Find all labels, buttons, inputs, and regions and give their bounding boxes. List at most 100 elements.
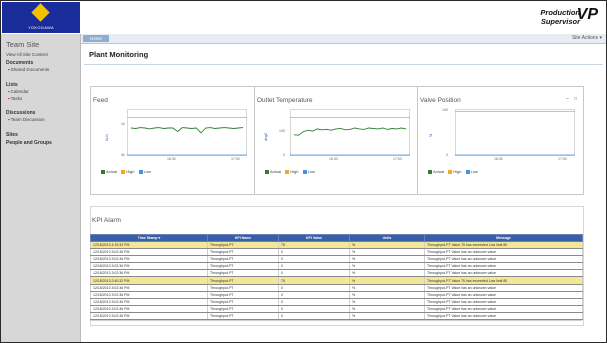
cell-kpi-value: 0: [278, 284, 350, 292]
cell-units: %: [349, 262, 425, 271]
legend-label: Low: [143, 169, 151, 174]
cell-message: Throughput-PT Value has an unknown value: [424, 312, 583, 321]
legend-label: Actual: [270, 169, 282, 174]
sidebar-view-all[interactable]: View All Site Content: [6, 52, 48, 57]
table-header-row: Time Stamp ▾ KPI Name KPI Value Units Me…: [90, 234, 583, 242]
chart-title: Valve Position: [420, 97, 461, 104]
sidebar-item-label: Shared Documents: [10, 67, 50, 72]
cell-units: %: [349, 255, 425, 264]
cell-time-stamp: 12/18/2013 3:02:36 PM: [90, 248, 208, 257]
legend-label: Actual: [106, 169, 118, 174]
chart-plot-feed[interactable]: [127, 109, 247, 156]
cell-units: %: [349, 312, 425, 321]
cell-kpi-name: Throughput-PT: [207, 291, 279, 299]
legend-item-high[interactable]: High: [121, 169, 134, 174]
sidebar-heading-documents[interactable]: Documents: [6, 60, 33, 66]
legend-item-low[interactable]: Low: [465, 169, 478, 174]
chart-x-tick: 17:00: [558, 157, 567, 161]
logo-text: YOKOGAWA: [28, 25, 54, 30]
chart-panel-feed: Feed kL/h 1k 0k 16:30 17:00 Actual High …: [90, 86, 255, 195]
cell-kpi-name: Throughput-PT: [207, 305, 279, 313]
column-header-kpi-name[interactable]: KPI Name: [207, 234, 279, 242]
maximize-icon[interactable]: □: [574, 96, 577, 102]
table-row[interactable]: 12/18/2013 3:02:36 PM Throughput-PT 0% Thro…: [90, 284, 583, 292]
cell-message: Throughput-PT Value 75 has exceeded Low …: [424, 276, 583, 285]
legend-item-low[interactable]: Low: [302, 169, 315, 174]
minimize-icon[interactable]: –: [566, 96, 569, 102]
cell-kpi-value: 0: [278, 255, 350, 264]
cell-kpi-name: Throughput-PT: [207, 284, 279, 292]
sidebar-heading-people-and-groups[interactable]: People and Groups: [6, 140, 52, 146]
cell-message: Throughput-PT Value 75 has exceeded Low …: [424, 241, 583, 250]
chart-plot-outlet-temperature[interactable]: [290, 109, 410, 156]
sidebar-site-title[interactable]: Team Site: [6, 40, 39, 49]
legend-swatch: [302, 169, 307, 174]
site-actions-menu[interactable]: Site Actions ▾: [572, 35, 602, 41]
legend-swatch: [265, 169, 269, 174]
legend-label: Low: [307, 169, 315, 174]
legend-item-actual[interactable]: Actual: [101, 169, 117, 174]
legend-swatch: [138, 169, 143, 174]
column-header-units[interactable]: Units: [349, 234, 425, 242]
sidebar-item-shared-documents[interactable]: ▪Shared Documents: [8, 67, 49, 72]
legend-label: High: [126, 169, 135, 174]
table-row[interactable]: 12/18/2013 3:02:36 PM Throughput-PT 0% Thro…: [90, 298, 583, 306]
sidebar: Team Site View All Site Content Document…: [1, 34, 81, 342]
chart-svg: [455, 109, 575, 156]
legend-item-actual[interactable]: Actual: [265, 169, 281, 174]
brand-line-1: Production: [540, 8, 580, 17]
legend-item-low[interactable]: Low: [138, 169, 151, 174]
cell-time-stamp: 12/18/2013 3:02:36 PM: [90, 284, 208, 292]
table-row[interactable]: 12/18/2013 3:02:36 PM Throughput-PT 0% Thro…: [90, 291, 583, 299]
chart-frame: [455, 109, 575, 156]
chart-y-tick-top: 1k: [121, 122, 125, 126]
sidebar-item-tasks[interactable]: ▪Tasks: [8, 96, 22, 101]
company-logo[interactable]: YOKOGAWA: [2, 2, 80, 33]
column-header-time-stamp[interactable]: Time Stamp ▾: [90, 234, 208, 242]
cell-kpi-value: 0: [278, 305, 350, 313]
kpi-table-body: 12/18/2013 4:15:32 PM Throughput-PT 75% Thr…: [90, 241, 583, 321]
chart-x-tick: 16:30: [494, 157, 503, 161]
table-row[interactable]: 12/18/2013 4:15:32 PM Throughput-PT 75% Thr…: [90, 241, 583, 250]
legend-swatch: [448, 169, 453, 174]
sidebar-item-label: Calendar: [10, 89, 29, 94]
legend-item-high[interactable]: High: [448, 169, 461, 174]
table-row[interactable]: 12/18/2013 3:02:36 PM Throughput-PT 0% Thro…: [90, 262, 583, 271]
table-row[interactable]: 12/18/2013 2:40:32 PM Throughput-PT 75% Thr…: [90, 276, 583, 285]
table-row[interactable]: 12/18/2013 3:02:36 PM Throughput-PT 0% Thro…: [90, 248, 583, 257]
table-row[interactable]: 12/18/2013 3:02:36 PM Throughput-PT 0% Thro…: [90, 312, 583, 321]
table-row[interactable]: 12/18/2013 3:02:36 PM Throughput-PT 0% Thro…: [90, 269, 583, 278]
chart-y-tick-bottom: 0: [446, 153, 448, 157]
sidebar-item-team-discussion[interactable]: ▪Team Discussion: [8, 117, 45, 122]
cell-units: %: [349, 298, 425, 306]
cell-units: %: [349, 248, 425, 257]
cell-kpi-name: Throughput-PT: [207, 241, 279, 250]
chart-panel-outlet-temperature: Outlet Temperature degC 100 0 16:30 17:0…: [254, 86, 418, 195]
cell-units: %: [349, 241, 425, 250]
table-row[interactable]: 12/18/2013 3:02:36 PM Throughput-PT 0% Thro…: [90, 305, 583, 313]
legend-item-actual[interactable]: Actual: [428, 169, 444, 174]
sidebar-item-calendar[interactable]: ▪Calendar: [8, 89, 29, 94]
chart-y-tick-top: 100: [442, 108, 448, 112]
site-actions-label: Site Actions: [571, 35, 599, 41]
brand-mark: VP: [576, 6, 598, 23]
sidebar-heading-lists[interactable]: Lists: [6, 82, 18, 88]
cell-message: Throughput-PT Value has an unknown value: [424, 291, 583, 299]
sidebar-heading-sites[interactable]: Sites: [6, 132, 18, 138]
table-row[interactable]: 12/18/2013 3:02:36 PM Throughput-PT 0% Thro…: [90, 255, 583, 264]
column-header-message[interactable]: Message: [424, 234, 583, 242]
title-divider: [84, 64, 603, 65]
chart-svg: [290, 109, 410, 156]
cell-time-stamp: 12/18/2013 3:02:36 PM: [90, 255, 208, 264]
cell-units: %: [349, 269, 425, 278]
page-title: Plant Monitoring: [89, 50, 149, 59]
legend-item-high[interactable]: High: [285, 169, 298, 174]
chart-plot-valve-position[interactable]: [455, 109, 575, 156]
column-header-kpi-value[interactable]: KPI Value: [278, 234, 350, 242]
cell-kpi-name: Throughput-PT: [207, 269, 279, 278]
sidebar-heading-discussions[interactable]: Discussions: [6, 110, 35, 116]
logo-diamond-icon: [31, 3, 50, 22]
bullet-icon: ▪: [8, 117, 10, 122]
bullet-icon: ▪: [8, 89, 10, 94]
tab-home[interactable]: Home: [83, 35, 109, 42]
